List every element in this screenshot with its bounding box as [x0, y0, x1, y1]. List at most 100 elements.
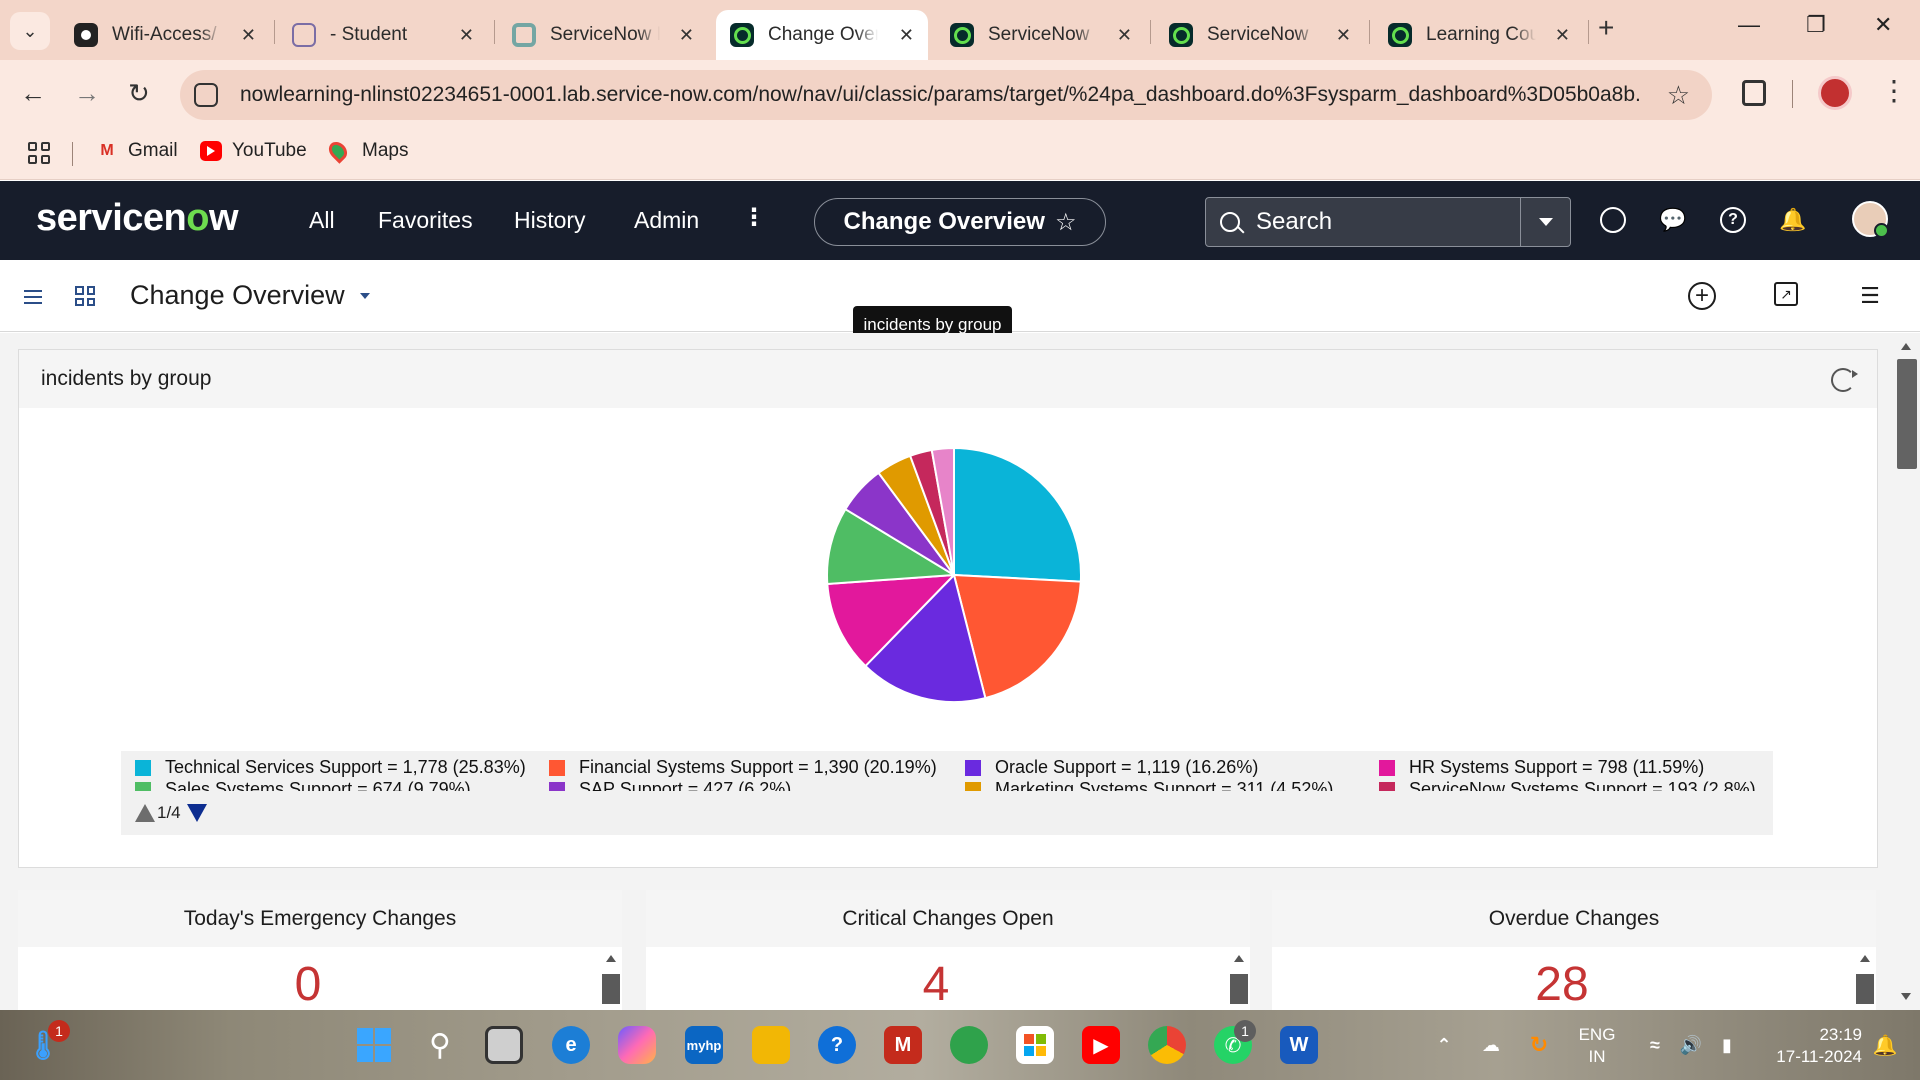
- filter-settings-icon[interactable]: ☰: [1856, 282, 1884, 310]
- close-icon[interactable]: ✕: [1555, 25, 1570, 46]
- sync-icon[interactable]: ↻: [1520, 1026, 1558, 1064]
- reload-icon[interactable]: ↻: [128, 78, 150, 109]
- card-value[interactable]: 0: [18, 957, 598, 1010]
- word-icon[interactable]: W: [1280, 1026, 1318, 1064]
- file-explorer-icon[interactable]: [752, 1026, 790, 1064]
- card-scrollbar[interactable]: [1854, 947, 1876, 1010]
- new-tab-icon[interactable]: +: [1598, 12, 1614, 44]
- battery-icon[interactable]: ▮: [1708, 1026, 1746, 1064]
- search-scope-dropdown[interactable]: [1520, 198, 1570, 246]
- language-indicator[interactable]: ENG IN: [1572, 1024, 1622, 1068]
- legend-item[interactable]: Technical Services Support = 1,778 (25.8…: [135, 757, 526, 778]
- edge-icon[interactable]: e: [552, 1026, 590, 1064]
- youtube-icon[interactable]: ▶: [1082, 1026, 1120, 1064]
- profile-avatar[interactable]: [1818, 76, 1852, 110]
- legend-item[interactable]: ServiceNow Systems Support = 193 (2.8%): [1379, 779, 1756, 791]
- legend-item[interactable]: Marketing Systems Support = 311 (4.52%): [965, 779, 1333, 791]
- pie-slice-1[interactable]: [953, 446, 1082, 583]
- bell-icon[interactable]: 🔔: [1779, 207, 1806, 233]
- legend-item[interactable]: HR Systems Support = 798 (11.59%): [1379, 757, 1704, 778]
- help-icon[interactable]: ?: [1720, 207, 1746, 233]
- url-text[interactable]: nowlearning-nlinst02234651-0001.lab.serv…: [240, 83, 1640, 107]
- page-scrollbar[interactable]: [1893, 333, 1920, 1010]
- minimize-icon[interactable]: —: [1738, 12, 1760, 38]
- windows-start-icon[interactable]: [355, 1026, 393, 1064]
- wifi-icon[interactable]: ≈: [1636, 1026, 1674, 1064]
- close-icon[interactable]: ✕: [899, 25, 914, 46]
- favorite-star-icon[interactable]: ☆: [1055, 208, 1077, 237]
- clock[interactable]: 23:19 17-11-2024: [1752, 1024, 1862, 1068]
- legend-item[interactable]: SAP Support = 427 (6.2%): [549, 779, 791, 791]
- apps-grid-icon[interactable]: [28, 142, 50, 164]
- share-icon[interactable]: ↗: [1774, 282, 1798, 306]
- card-value[interactable]: 4: [646, 957, 1226, 1010]
- legend-item[interactable]: Sales Systems Support = 674 (9.79%): [135, 779, 471, 791]
- dashboard-grid-icon[interactable]: [75, 286, 95, 306]
- browser-tab-3[interactable]: ServiceNow D ✕: [498, 10, 708, 60]
- bookmark-gmail[interactable]: M Gmail: [96, 140, 177, 162]
- search-input[interactable]: Search: [1256, 208, 1332, 236]
- more-menu-icon[interactable]: ⋮: [742, 203, 766, 232]
- mcafee-icon[interactable]: M: [884, 1026, 922, 1064]
- add-widget-icon[interactable]: +: [1688, 282, 1716, 310]
- chrome-icon[interactable]: [1148, 1026, 1186, 1064]
- microsoft-store-icon[interactable]: [1016, 1026, 1054, 1064]
- context-title-pill[interactable]: Change Overview ☆: [814, 198, 1106, 246]
- get-help-icon[interactable]: ?: [818, 1026, 856, 1064]
- scroll-thumb[interactable]: [1897, 359, 1917, 469]
- tab-search-dropdown[interactable]: ⌄: [10, 12, 50, 50]
- extensions-icon[interactable]: [1742, 80, 1766, 106]
- close-icon[interactable]: ✕: [459, 25, 474, 46]
- scroll-down-icon[interactable]: [1901, 993, 1911, 1000]
- bookmark-maps[interactable]: Maps: [325, 138, 408, 164]
- refresh-icon[interactable]: [1831, 368, 1858, 392]
- browser-tab-7[interactable]: Learning Cour ✕: [1374, 10, 1584, 60]
- copilot-icon[interactable]: [618, 1026, 656, 1064]
- close-icon[interactable]: ✕: [679, 25, 694, 46]
- chat-icon[interactable]: 💬: [1659, 207, 1686, 233]
- card-scrollbar[interactable]: [600, 947, 622, 1010]
- restore-icon[interactable]: ❐: [1806, 12, 1826, 38]
- myhp-icon[interactable]: myhp: [685, 1026, 723, 1064]
- omnibox[interactable]: nowlearning-nlinst02234651-0001.lab.serv…: [180, 70, 1712, 120]
- browser-tab-4-active[interactable]: Change Overv ✕: [716, 10, 928, 60]
- card-value[interactable]: 28: [1272, 957, 1852, 1010]
- bookmark-youtube[interactable]: YouTube: [200, 140, 307, 162]
- globe-icon[interactable]: [1600, 207, 1626, 233]
- legend-prev-icon[interactable]: [135, 804, 155, 822]
- browser-tab-1[interactable]: Wifi-Access/ a ✕: [60, 10, 270, 60]
- notifications-bell-icon[interactable]: 🔔: [1866, 1026, 1904, 1064]
- browser-tab-5[interactable]: ServiceNow ✕: [936, 10, 1146, 60]
- scroll-up-icon[interactable]: [1901, 343, 1911, 350]
- dashboard-title[interactable]: Change Overview: [130, 280, 345, 311]
- bookmark-star-icon[interactable]: ☆: [1667, 80, 1690, 111]
- close-icon[interactable]: ✕: [1336, 25, 1351, 46]
- card-critical-changes[interactable]: Critical Changes Open 4: [646, 890, 1250, 1010]
- browser-tab-6[interactable]: ServiceNow ✕: [1155, 10, 1365, 60]
- green-app-icon[interactable]: [950, 1026, 988, 1064]
- servicenow-logo[interactable]: servicenow: [36, 197, 239, 240]
- back-arrow-icon[interactable]: ←: [20, 78, 46, 109]
- onedrive-icon[interactable]: ☁: [1472, 1026, 1510, 1064]
- menu-icon[interactable]: [24, 290, 42, 304]
- forward-arrow-icon[interactable]: →: [74, 78, 100, 109]
- search-icon[interactable]: ⚲: [421, 1026, 459, 1064]
- legend-item[interactable]: Financial Systems Support = 1,390 (20.19…: [549, 757, 937, 778]
- browser-menu-icon[interactable]: ⋮: [1880, 74, 1908, 107]
- task-view-icon[interactable]: [485, 1026, 523, 1064]
- site-info-icon[interactable]: [194, 83, 218, 107]
- card-overdue-changes[interactable]: Overdue Changes 28: [1272, 890, 1876, 1010]
- caret-down-icon[interactable]: [360, 293, 370, 299]
- nav-admin[interactable]: Admin: [634, 207, 699, 234]
- card-emergency-changes[interactable]: Today's Emergency Changes 0: [18, 890, 622, 1010]
- card-scrollbar[interactable]: [1228, 947, 1250, 1010]
- close-icon[interactable]: ✕: [241, 25, 256, 46]
- nav-history[interactable]: History: [514, 207, 586, 234]
- legend-item[interactable]: Oracle Support = 1,119 (16.26%): [965, 757, 1258, 778]
- nav-all[interactable]: All: [309, 207, 335, 234]
- close-icon[interactable]: ✕: [1117, 25, 1132, 46]
- window-close-icon[interactable]: ✕: [1874, 12, 1892, 38]
- global-search[interactable]: Search: [1205, 197, 1571, 247]
- browser-tab-2[interactable]: - Student ✕: [278, 10, 488, 60]
- user-avatar[interactable]: [1852, 201, 1889, 238]
